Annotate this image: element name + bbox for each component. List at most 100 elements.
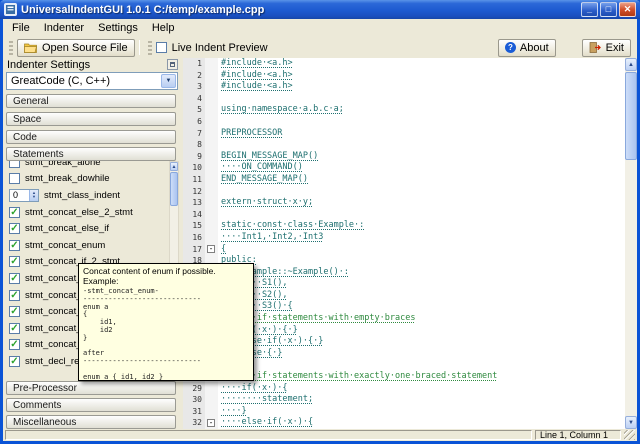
spinbox-stmt_class_indent[interactable]: 0▲▼ <box>9 189 39 202</box>
live-preview-checkbox[interactable] <box>156 42 167 53</box>
option-label: stmt_break_dowhile <box>25 173 169 184</box>
editor-line: 31····} <box>183 406 625 418</box>
fold-margin <box>205 70 218 82</box>
status-message-panel <box>5 430 532 440</box>
editor-vertical-scrollbar[interactable]: ▲ ▼ <box>625 58 637 429</box>
chevron-down-icon: ▼ <box>166 78 172 84</box>
code-text: PREPROCESSOR <box>218 128 282 140</box>
fold-marker-icon[interactable]: - <box>207 419 215 427</box>
fold-margin <box>205 81 218 93</box>
maximize-button[interactable]: □ <box>600 2 617 17</box>
section-general[interactable]: General <box>6 94 176 108</box>
indenter-selected-value: GreatCode (C, C++) <box>11 75 159 87</box>
tooltip-code-line <box>83 343 249 351</box>
combo-dropdown-button[interactable]: ▼ <box>161 74 176 88</box>
editor-line: 13extern·struct·x·y; <box>183 197 625 209</box>
line-number: 11 <box>183 174 205 186</box>
statements-scroll-up-icon[interactable]: ▲ <box>170 162 178 171</box>
line-number: 29 <box>183 383 205 395</box>
fold-margin <box>205 58 218 70</box>
checkbox-stmt_concat_if_else[interactable]: ✓ <box>9 273 20 284</box>
menu-item-file[interactable]: File <box>5 20 37 36</box>
line-number: 6 <box>183 116 205 128</box>
checkbox-stmt_concat_else_2_stmt[interactable]: ✓ <box>9 207 20 218</box>
section-pre-processor[interactable]: Pre-Processor <box>6 381 176 395</box>
open-folder-icon <box>24 42 38 53</box>
editor-line: 5using·namespace·a.b.c·a; <box>183 104 625 116</box>
line-number: 14 <box>183 209 205 221</box>
fold-margin <box>205 406 218 418</box>
editor-line: 16····Int1,·Int2,·Int3 <box>183 232 625 244</box>
panel-title: Indenter Settings <box>7 59 90 71</box>
menu-item-settings[interactable]: Settings <box>91 20 145 36</box>
editor-scroll-down-icon[interactable]: ▼ <box>625 416 637 429</box>
checkbox-stmt_break_dowhile[interactable] <box>9 173 20 184</box>
editor-scroll-up-icon[interactable]: ▲ <box>625 58 637 71</box>
checkbox-stmt_concat_macros[interactable]: ✓ <box>9 323 20 334</box>
editor-line: 11END_MESSAGE_MAP() <box>183 174 625 186</box>
fold-margin <box>205 220 218 232</box>
about-button[interactable]: ? About <box>498 39 556 57</box>
editor-line: 32-····else·if(·x·)·{ <box>183 417 625 429</box>
section-code[interactable]: Code <box>6 130 176 144</box>
tooltip-example-label: Example: <box>83 276 249 286</box>
fold-marker-icon[interactable]: - <box>207 245 215 253</box>
toolbar-grip[interactable] <box>9 41 13 55</box>
checkbox-stmt_concat_enum[interactable]: ✓ <box>9 240 20 251</box>
editor-line: 4 <box>183 93 625 105</box>
code-text: ····//·if·statements·with·exactly·one·br… <box>218 371 497 383</box>
checkbox-stmt_decl_remove_empty[interactable]: ✓ <box>9 356 20 367</box>
checkbox-stmt_concat_if_2_stmt[interactable]: ✓ <box>9 256 20 267</box>
editor-line: 17-{ <box>183 244 625 256</box>
toolbar-grip-2[interactable] <box>148 41 152 55</box>
fold-margin <box>205 383 218 395</box>
fold-margin <box>205 116 218 128</box>
code-text: ········statement; <box>218 394 313 406</box>
editor-line: 12 <box>183 186 625 198</box>
line-number: 17 <box>183 244 205 256</box>
line-number: 12 <box>183 186 205 198</box>
option-label: stmt_break_alone <box>25 161 169 168</box>
spinbox-arrows[interactable]: ▲▼ <box>29 190 38 201</box>
spinbox-value: 0 <box>10 190 29 200</box>
editor-scroll-thumb[interactable] <box>625 72 637 160</box>
option-label: stmt_concat_else_2_stmt <box>25 207 169 218</box>
indenter-selector[interactable]: GreatCode (C, C++) ▼ <box>6 72 178 90</box>
line-number: 10 <box>183 162 205 174</box>
minimize-button[interactable]: _ <box>581 2 598 17</box>
panel-header: Indenter Settings <box>7 58 180 72</box>
editor-line: 15static·const·class·Example·: <box>183 220 625 232</box>
editor-line: 10····ON_COMMAND() <box>183 162 625 174</box>
tooltip-title: Concat content of enum if possible. <box>83 266 249 276</box>
checkbox-stmt_concat_switch_case[interactable]: ✓ <box>9 339 20 350</box>
menu-item-help[interactable]: Help <box>145 20 182 36</box>
title-bar[interactable]: UniversalIndentGUI 1.0.1 C:/temp/example… <box>0 0 640 19</box>
checkbox-stmt_concat_if_remove[interactable]: ✓ <box>9 290 20 301</box>
checkbox-stmt_break_alone[interactable] <box>9 161 20 168</box>
option-row: ✓stmt_concat_enum <box>5 237 169 254</box>
close-button[interactable]: ✕ <box>619 2 636 17</box>
checkbox-stmt_concat_else_if[interactable]: ✓ <box>9 223 20 234</box>
open-source-file-button[interactable]: Open Source File <box>17 39 135 57</box>
code-text: #include·<a.h> <box>218 81 293 93</box>
panel-float-icon[interactable] <box>167 59 178 70</box>
section-space[interactable]: Space <box>6 112 176 126</box>
fold-margin: - <box>205 244 218 256</box>
menu-item-indenter[interactable]: Indenter <box>37 20 91 36</box>
code-text <box>218 116 221 128</box>
section-comments[interactable]: Comments <box>6 398 176 412</box>
section-miscellaneous[interactable]: Miscellaneous <box>6 415 176 429</box>
resize-grip[interactable] <box>624 430 635 440</box>
spin-down-icon[interactable]: ▼ <box>32 195 36 199</box>
option-label: stmt_concat_else_if <box>25 223 169 234</box>
statements-scroll-thumb[interactable] <box>170 172 178 206</box>
exit-label: Exit <box>606 42 624 54</box>
toolbar-separator <box>139 40 140 55</box>
option-row: ✓ stmt_concat_else_2_stmt <box>5 204 169 221</box>
status-bar: Line 1, Column 1 <box>3 429 637 441</box>
code-text <box>218 93 221 105</box>
section-statements[interactable]: Statements <box>6 147 176 161</box>
exit-button[interactable]: Exit <box>582 39 631 57</box>
line-number: 13 <box>183 197 205 209</box>
checkbox-stmt_concat_inline_class[interactable]: ✓ <box>9 306 20 317</box>
